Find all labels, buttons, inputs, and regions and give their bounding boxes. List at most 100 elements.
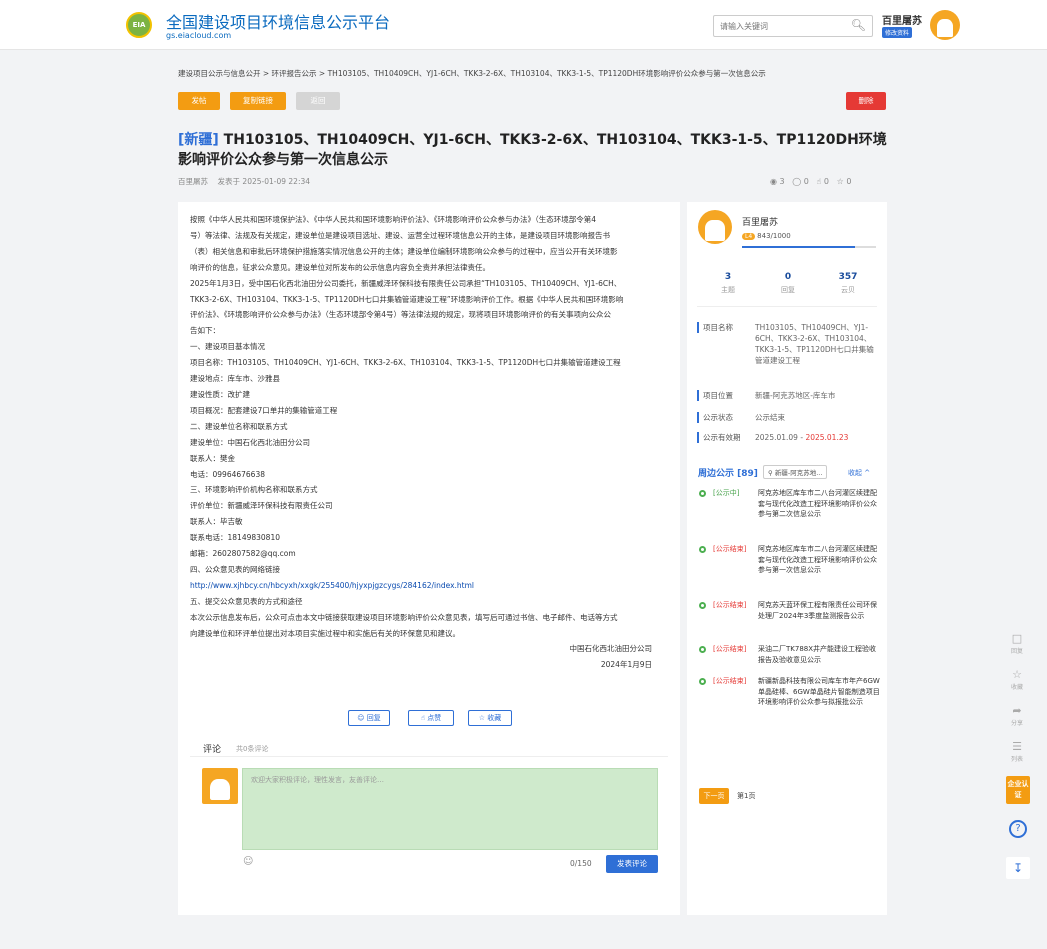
- delete-button[interactable]: 删除: [846, 92, 886, 110]
- level-progress-fill: [742, 246, 855, 248]
- page-number: 第1页: [737, 792, 756, 800]
- float-favorite[interactable]: ☆ 收藏: [1006, 668, 1028, 691]
- body-line: 邮箱：2602807582@qq.com: [190, 549, 296, 559]
- sign-org: 中国石化西北油田分公司: [569, 644, 653, 654]
- status-dot-icon: [699, 678, 706, 685]
- body-line: 建设性质：改扩建: [190, 389, 250, 399]
- scroll-down-icon[interactable]: ↧: [1006, 857, 1030, 879]
- article-meta: 百里屠苏 发表于 2025-01-09 22:34: [178, 176, 310, 187]
- char-counter: 0/150: [570, 859, 592, 868]
- thumbs-up-icon: ☝: [420, 714, 426, 722]
- reply-button[interactable]: ☺ 回复: [348, 710, 390, 726]
- body-line: 向建设单位和环评单位提出对本项目实施过程中和实施后有关的环保意见和建议。: [190, 628, 460, 638]
- nearby-title: 周边公示 [89]: [698, 469, 758, 479]
- site-logo[interactable]: EIA: [126, 12, 152, 38]
- body-line: 评价单位：新疆威泽环保科技有限责任公司: [190, 501, 333, 511]
- back-button[interactable]: 返回: [296, 92, 340, 110]
- view-icon: ◉: [770, 177, 777, 186]
- body-line: 告如下：: [190, 326, 220, 336]
- body-line: 本次公示信息发布后，公众可点击本文中链接获取建设项目环境影响评价公众意见表，填写…: [190, 612, 618, 622]
- edit-profile-button[interactable]: 修改资料: [882, 27, 913, 38]
- body-line: 电话：09964676638: [190, 469, 265, 479]
- site-name[interactable]: 全国建设项目环境信息公示平台: [166, 9, 390, 33]
- article-title: [新疆] TH103105、TH10409CH、YJ1-6CH、TKK3-2-6…: [178, 130, 888, 170]
- status-dot-icon: [699, 646, 706, 653]
- body-line: 评价法》、《环境影响评价公众参与办法》（生态环境部令第4号）等法律法规的规定，现…: [190, 310, 612, 320]
- title-text: TH103105、TH10409CH、YJ1-6CH、TKK3-2-6X、TH1…: [178, 132, 887, 168]
- copy-link-button[interactable]: 复制链接: [230, 92, 286, 110]
- pin-icon: ⚲: [768, 469, 773, 477]
- body-line: 建设单位：中国石化西北油田分公司: [190, 437, 310, 447]
- help-icon[interactable]: ?: [1009, 820, 1027, 838]
- float-share[interactable]: ➦ 分享: [1006, 704, 1028, 727]
- reply-icon: ☺: [357, 714, 365, 722]
- publish-time: 发表于 2025-01-09 22:34: [217, 177, 311, 186]
- level-points: 843/1000: [757, 232, 791, 240]
- body-line: 五、提交公众意见表的方式和途径: [190, 596, 303, 606]
- search-input[interactable]: [720, 19, 850, 33]
- favorite-icon: ☆: [836, 177, 844, 186]
- star-icon: ☆: [1012, 668, 1022, 681]
- like-count: 0: [823, 177, 830, 186]
- float-reply[interactable]: □ 回复: [1006, 632, 1028, 655]
- collapse-toggle[interactable]: 收起 ^: [848, 468, 870, 478]
- body-line: 四、公众意见表的网络链接: [190, 564, 280, 574]
- search-icon[interactable]: 🔍︎: [851, 18, 866, 32]
- body-line: 按照《中华人民共和国环境保护法》、《中华人民共和国环境影响评价法》、《环境影响评…: [190, 215, 597, 224]
- sidebar-user-name[interactable]: 百里屠苏: [742, 215, 778, 228]
- author-avatar[interactable]: [698, 210, 732, 244]
- sign-date: 2024年1月9日: [600, 660, 652, 670]
- body-line: 联系人：毕吉敏: [190, 517, 243, 527]
- chat-icon: □: [1011, 632, 1023, 645]
- top-header: EIA 全国建设项目环境信息公示平台 gs.eiacloud.com 🔍︎ 百里…: [0, 0, 1047, 50]
- stat-replies[interactable]: 0 回复: [763, 272, 813, 295]
- list-icon: ☰: [1012, 740, 1022, 753]
- article-body: 按照《中华人民共和国环境保护法》、《中华人民共和国环境影响评价法》、《环境影响评…: [190, 212, 670, 673]
- comments-count: 共0条评论: [236, 745, 269, 753]
- stat-topics[interactable]: 3 主题: [703, 272, 753, 295]
- status-dot-icon: [699, 602, 706, 609]
- submit-comment-button[interactable]: 发表评论: [606, 855, 658, 873]
- divider: [697, 306, 877, 307]
- body-line: 号）等法律、法规及有关规定，建设单位是建设项目选址、建设、运营全过程环境信息公开…: [190, 230, 610, 240]
- like-icon: ☝: [816, 177, 822, 186]
- status-dot-icon: [699, 546, 706, 553]
- body-line: 二、建设单位名称和联系方式: [190, 421, 288, 431]
- emoji-icon[interactable]: ☺: [243, 856, 253, 867]
- opinion-form-link[interactable]: http://www.xjhbcy.cn/hbcyxh/xxgk/255400/…: [190, 581, 474, 590]
- body-line: 2025年1月3日，受中国石化西北油田分公司委托，新疆威泽环保科技有限责任公司承…: [190, 278, 622, 288]
- body-line: 项目概况：配套建设7口单井的集输管道工程: [190, 405, 338, 415]
- publish-button[interactable]: 发帖: [178, 92, 220, 110]
- body-line: 建设地点：库车市、沙雅县: [190, 374, 280, 384]
- status-dot-icon: [699, 490, 706, 497]
- stat-coins[interactable]: 357 云贝: [823, 272, 873, 295]
- author-name[interactable]: 百里屠苏: [178, 177, 208, 186]
- like-button[interactable]: ☝ 点赞: [408, 710, 454, 726]
- comment-count: 0: [803, 177, 809, 186]
- favorite-button[interactable]: ☆ 收藏: [468, 710, 512, 726]
- view-count: 3: [779, 177, 785, 186]
- nearby-location-select[interactable]: ⚲ 新疆-阿克苏地...: [763, 465, 828, 479]
- body-line: 联系电话：18149830810: [190, 533, 280, 543]
- comments-title: 评论: [203, 745, 222, 755]
- level-badge: L4: [742, 233, 756, 240]
- body-line: 一、建设项目基本情况: [190, 342, 265, 352]
- body-line: 三、环境影响评价机构名称和联系方式: [190, 485, 318, 495]
- share-icon: ➦: [1012, 704, 1022, 717]
- next-page-button[interactable]: 下一页: [699, 788, 729, 804]
- body-line: 联系人：樊金: [190, 453, 235, 463]
- header-user-name[interactable]: 百里屠苏: [882, 12, 922, 27]
- header-avatar[interactable]: [930, 10, 960, 40]
- search-box: 🔍︎: [713, 15, 873, 37]
- level-progress-bar: [742, 246, 876, 248]
- divider: [190, 756, 668, 757]
- star-icon: ☆: [478, 714, 486, 722]
- site-url: gs.eiacloud.com: [166, 31, 232, 40]
- comment-textarea[interactable]: 欢迎大家积极评论，理性发言，友善评论…: [242, 768, 658, 850]
- article-stats: ◉ 3 ◯ 0 ☝ 0 ☆ 0: [770, 177, 851, 186]
- enterprise-cert-button[interactable]: 企业认证: [1006, 776, 1030, 804]
- body-line: （表）相关信息和审批后环境保护措施落实情况信息公开的主体；建设单位编制环境影响公…: [190, 246, 618, 256]
- breadcrumb[interactable]: 建设项目公示与信息公开 > 环评报告公示 > TH103105、TH10409C…: [178, 68, 766, 79]
- body-line: TKK3-2-6X、TH103104、TKK3-1-5、TP1120DH七口井集…: [190, 294, 624, 304]
- float-list[interactable]: ☰ 列表: [1006, 740, 1028, 763]
